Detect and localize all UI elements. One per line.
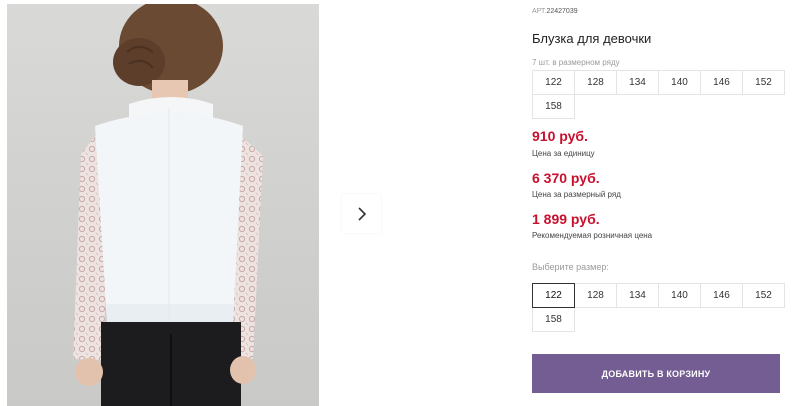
sku-value: 22427039 [546, 8, 578, 15]
sku: АРТ.22427039 [532, 8, 578, 15]
size-row-cell: 128 [574, 70, 617, 95]
size-selector: 122 128 134 140 146 152 158 [532, 283, 785, 332]
product-photo [7, 4, 319, 406]
size-row-cell: 152 [742, 70, 785, 95]
add-to-cart-button[interactable]: ДОБАВИТЬ В КОРЗИНУ [532, 354, 780, 393]
unit-price: 910 руб. [532, 128, 588, 144]
size-row-note: 7 шт. в размерном ряду [532, 58, 620, 67]
sku-label: АРТ. [532, 8, 547, 15]
product-gallery [0, 0, 525, 406]
size-option[interactable]: 146 [700, 283, 743, 308]
size-option[interactable]: 140 [658, 283, 701, 308]
retail-price-caption: Рекомендуемая розничная цена [532, 231, 653, 240]
size-row-cell: 134 [616, 70, 659, 95]
unit-price-caption: Цена за единицу [532, 149, 595, 158]
row-price-caption: Цена за размерный ряд [532, 190, 621, 199]
size-option[interactable]: 128 [574, 283, 617, 308]
next-image-button[interactable] [342, 194, 381, 233]
size-row-cell: 140 [658, 70, 701, 95]
chevron-right-icon [357, 206, 366, 221]
retail-price: 1 899 руб. [532, 211, 600, 227]
size-row-grid: 122 128 134 140 146 152 158 [532, 70, 785, 119]
size-row-cell: 158 [532, 94, 575, 119]
size-row-cell: 146 [700, 70, 743, 95]
size-option[interactable]: 158 [532, 307, 575, 332]
product-title: Блузка для девочки [532, 31, 652, 46]
size-row-cell: 122 [532, 70, 575, 95]
product-photo-image [73, 4, 263, 406]
size-option[interactable]: 152 [742, 283, 785, 308]
size-option-selected[interactable]: 122 [532, 283, 575, 308]
choose-size-label: Выберите размер: [532, 262, 609, 272]
row-price: 6 370 руб. [532, 170, 600, 186]
size-option[interactable]: 134 [616, 283, 659, 308]
